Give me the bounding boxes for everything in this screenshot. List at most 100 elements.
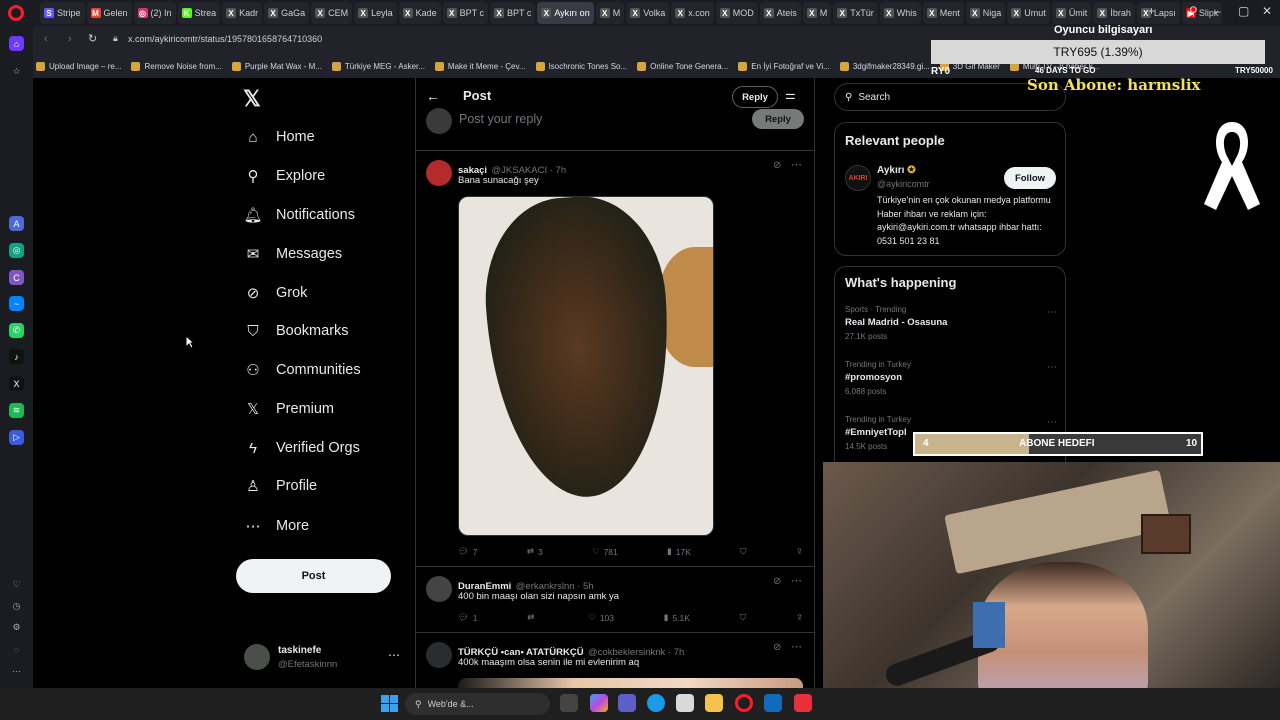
nav-item-messages[interactable]: ✉ Messages xyxy=(244,242,342,266)
bookmark-item[interactable]: En İyi Fotoğraf ve Vi... xyxy=(738,61,830,71)
nav-item-explore[interactable]: ⚲ Explore xyxy=(244,164,326,188)
opera-logo-icon[interactable] xyxy=(8,5,24,21)
star-icon[interactable]: ☆ xyxy=(9,64,24,79)
opera-icon[interactable] xyxy=(735,694,753,712)
views-action[interactable]: ▮ 17K xyxy=(667,546,691,557)
tiktok-icon[interactable]: ♪ xyxy=(9,349,24,364)
browser-tab[interactable]: XM xyxy=(802,2,832,24)
browser-tab[interactable]: X İbrah xyxy=(1093,2,1135,24)
more-icon[interactable]: ⋯ xyxy=(791,640,802,653)
nav-item-verified-orgs[interactable]: ϟ Verified Orgs xyxy=(244,436,360,460)
grok-icon[interactable]: ⊘ xyxy=(773,160,781,171)
repost-action[interactable]: ⇄ xyxy=(527,612,538,623)
spotify-icon[interactable]: ≋ xyxy=(9,403,24,418)
browser-tab[interactable]: X Ateis xyxy=(759,2,801,24)
browser-tab[interactable]: X BPT c xyxy=(490,2,536,24)
bookmark-item[interactable]: Online Tone Genera... xyxy=(637,61,728,71)
account-switcher[interactable]: taskinefe @Efetaskinnn ⋯ xyxy=(244,644,404,674)
heart-icon[interactable]: ♡ xyxy=(9,577,24,592)
maximize-icon[interactable]: ▢ xyxy=(1238,4,1249,18)
bookmark-item[interactable]: Türkiye MEG - Asker... xyxy=(331,61,425,71)
wps-icon[interactable] xyxy=(794,694,812,712)
share-icon[interactable]: ⇪ xyxy=(796,612,803,623)
nav-item-more[interactable]: ⋯ More xyxy=(244,514,310,538)
app-icon[interactable]: C xyxy=(9,270,24,285)
browser-tab[interactable]: X Ümit xyxy=(1051,2,1092,24)
close-icon[interactable]: ✕ xyxy=(1262,4,1272,18)
reply-action[interactable]: 💬︎ 7 xyxy=(458,546,478,557)
bookmark-item[interactable]: Make it Meme - Çev... xyxy=(434,61,526,71)
back-icon[interactable]: ‹ xyxy=(44,33,48,45)
tweet-image[interactable] xyxy=(458,196,714,536)
browser-tab[interactable]: M Gelen xyxy=(86,2,132,24)
browser-tab[interactable]: X Aykırı on xyxy=(537,2,594,24)
browser-tab[interactable]: X BPT c xyxy=(442,2,488,24)
x-icon[interactable]: X xyxy=(9,376,24,391)
copilot-icon[interactable] xyxy=(590,694,608,712)
bookmark-item[interactable]: Remove Noise from... xyxy=(131,61,222,71)
x-logo-icon[interactable]: 𝕏 xyxy=(243,86,261,112)
minimize-icon[interactable]: – xyxy=(1214,4,1221,18)
player-icon[interactable]: ▷ xyxy=(9,430,24,445)
browser-tab[interactable]: S Stripe xyxy=(40,2,85,24)
avatar[interactable]: AKIRI xyxy=(845,165,871,191)
more-icon[interactable]: ⋯ xyxy=(9,664,24,679)
repost-action[interactable]: ⇄ 3 xyxy=(527,546,543,557)
reply-input[interactable]: Post your reply xyxy=(459,112,542,126)
more-icon[interactable]: ⋯ xyxy=(791,158,802,171)
home-icon[interactable]: ⌂ xyxy=(9,36,24,51)
share-icon[interactable]: ⇪ xyxy=(796,546,803,557)
grok-icon[interactable]: ⊘ xyxy=(773,642,781,653)
back-arrow-icon[interactable]: ← xyxy=(426,88,440,104)
browser-tab[interactable]: XM xyxy=(595,2,625,24)
more-icon[interactable]: ⋯ xyxy=(1047,362,1057,373)
whatsapp-icon[interactable]: ✆ xyxy=(9,323,24,338)
teams-icon[interactable] xyxy=(618,694,636,712)
bulb-icon[interactable]: ◌ xyxy=(9,642,24,657)
post-button[interactable]: Post xyxy=(236,559,391,593)
views-action[interactable]: ▮ 5.1K xyxy=(664,612,690,623)
file-explorer-icon[interactable] xyxy=(705,694,723,712)
browser-tab[interactable]: Xx.con xyxy=(671,2,714,24)
nav-item-bookmarks[interactable]: ⛉ Bookmarks xyxy=(244,319,348,343)
browser-tab[interactable]: X GaGa xyxy=(264,2,310,24)
browser-tab[interactable]: X Lapsı xyxy=(1136,2,1180,24)
outlook-icon[interactable] xyxy=(764,694,782,712)
bookmark-icon[interactable]: ⛉ xyxy=(740,546,746,557)
tweet-image[interactable] xyxy=(458,678,803,688)
nav-item-premium[interactable]: 𝕏 Premium xyxy=(244,397,334,421)
reply-submit-button[interactable]: Reply xyxy=(752,109,804,129)
filter-icon[interactable]: ⚌ xyxy=(785,88,796,102)
task-view-icon[interactable] xyxy=(560,694,578,712)
browser-tab[interactable]: X Whis xyxy=(879,2,921,24)
profile-name[interactable]: Aykırı ✪ xyxy=(877,165,916,176)
browser-tab[interactable]: X Niga xyxy=(965,2,1006,24)
more-icon[interactable]: ⋯ xyxy=(791,574,802,587)
browser-tab[interactable]: X Ment xyxy=(922,2,964,24)
browser-tab[interactable]: X Volka xyxy=(626,2,670,24)
bookmark-icon[interactable]: ⛉ xyxy=(740,612,746,623)
avatar[interactable] xyxy=(426,642,452,668)
browser-tab[interactable]: X Kadr xyxy=(222,2,263,24)
new-tab-icon[interactable]: + xyxy=(1148,4,1155,18)
edge-icon[interactable] xyxy=(647,694,665,712)
settings-icon[interactable]: ⚙ xyxy=(9,620,24,635)
bookmark-item[interactable]: 3dgifmaker28349.gi... xyxy=(839,61,930,71)
more-icon[interactable]: ⋯ xyxy=(1047,307,1057,318)
browser-tab[interactable]: X TxTür xyxy=(833,2,878,24)
browser-tab[interactable]: X MOD xyxy=(715,2,758,24)
trend-item[interactable]: Sports · Trending Real Madrid - Osasuna 27… xyxy=(845,305,1057,341)
avatar[interactable] xyxy=(426,160,452,186)
more-icon[interactable]: ⋯ xyxy=(1047,417,1057,428)
nav-item-profile[interactable]: ♙ Profile xyxy=(244,474,317,498)
history-icon[interactable]: ◷ xyxy=(9,599,24,614)
browser-tab[interactable]: X Leyla xyxy=(354,2,397,24)
like-action[interactable]: ♡ 781 xyxy=(592,546,618,557)
taskbar-search-input[interactable]: ⚲ Web'de &... xyxy=(405,693,550,715)
profile-handle[interactable]: @aykiricomtr xyxy=(877,179,930,189)
search-tabs-icon[interactable]: ⚲ xyxy=(1189,4,1198,18)
bookmark-item[interactable]: Upload Image – re... xyxy=(36,61,121,71)
store-icon[interactable] xyxy=(676,694,694,712)
like-action[interactable]: ♡ 103 xyxy=(588,612,614,623)
browser-tab[interactable]: X Umut xyxy=(1007,2,1050,24)
